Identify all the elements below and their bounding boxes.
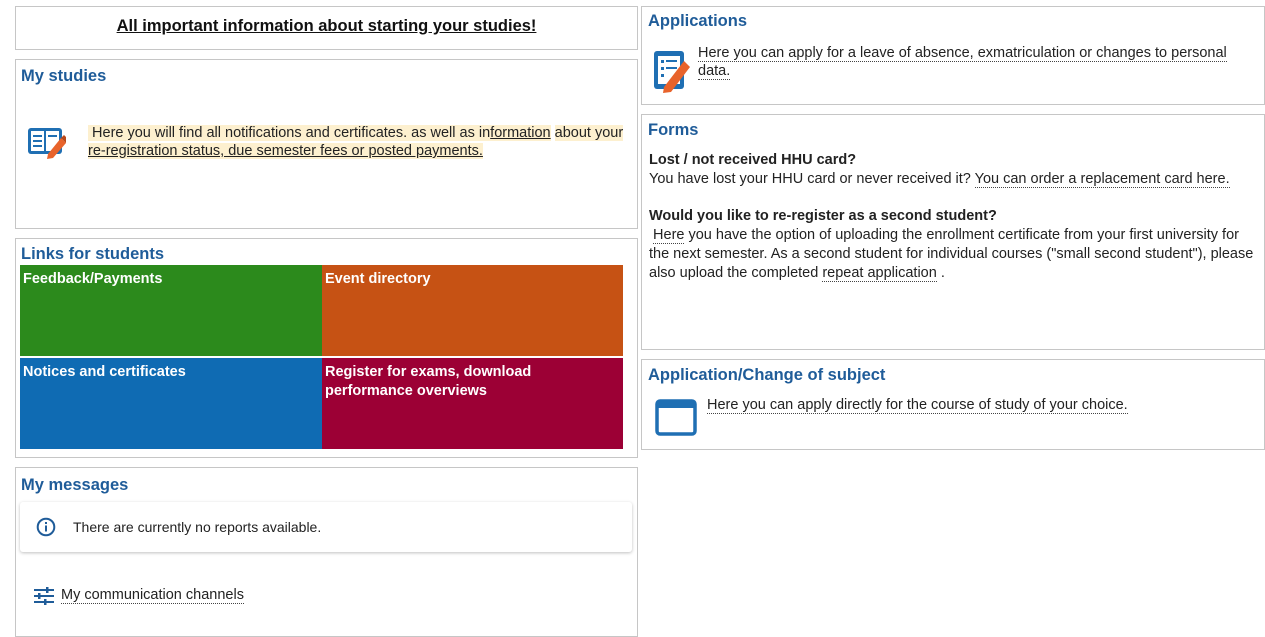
applications-link[interactable]: Here you can apply for a leave of absenc…	[698, 45, 1227, 80]
tile-notices-certificates[interactable]: Notices and certificates	[20, 358, 322, 449]
my-studies-text-mid: about your	[554, 125, 624, 141]
information-link[interactable]: formation	[490, 125, 550, 141]
hhu-card-heading: Lost / not received HHU card?	[649, 152, 857, 168]
my-messages-title: My messages	[21, 476, 129, 494]
second-student-desc: you have the option of uploading the enr…	[649, 227, 1254, 281]
replacement-card-link[interactable]: You can order a replacement card here.	[974, 171, 1230, 188]
my-studies-text: Here you will find all notifications and…	[88, 124, 633, 160]
studies-info-link[interactable]: All important information about starting…	[117, 17, 537, 35]
re-registration-link[interactable]: re-registration status, due semester fee…	[88, 143, 483, 159]
tile-feedback-payments[interactable]: Feedback/Payments	[20, 265, 322, 356]
second-student-text: Here you have the option of uploading th…	[649, 226, 1259, 283]
change-subject-panel: Application/Change of subject Here you c…	[641, 359, 1265, 450]
my-studies-text-prefix: Here you will find all notifications and…	[92, 125, 491, 141]
hhu-card-desc: You have lost your HHU card or never rec…	[649, 171, 975, 187]
book-pencil-icon	[28, 128, 66, 159]
applications-title: Applications	[648, 12, 748, 30]
tile-event-directory[interactable]: Event directory	[322, 265, 623, 356]
form-pencil-icon	[654, 51, 690, 93]
second-student-heading: Would you like to re-register as a secon…	[649, 208, 997, 224]
hhu-card-text: You have lost your HHU card or never rec…	[649, 170, 1259, 189]
communication-channels-link[interactable]: My communication channels	[61, 587, 244, 604]
no-reports-text: There are currently no reports available…	[73, 519, 322, 535]
second-student-end: .	[936, 265, 945, 281]
change-subject-link[interactable]: Here you can apply directly for the cour…	[707, 397, 1128, 414]
no-reports-notice: There are currently no reports available…	[20, 502, 632, 552]
my-studies-title: My studies	[21, 67, 107, 85]
info-icon	[36, 517, 56, 537]
my-messages-panel: My messages There are currently no repor…	[15, 467, 638, 637]
tile-register-exams[interactable]: Register for exams, download performance…	[322, 358, 623, 449]
links-title: Links for students	[21, 245, 165, 263]
forms-title: Forms	[648, 121, 699, 139]
applications-panel: Applications Here you can apply for a le…	[641, 6, 1265, 105]
my-studies-panel: My studies Here you will find all notifi…	[15, 59, 638, 229]
forms-content: Lost / not received HHU card? You have l…	[649, 151, 1259, 283]
change-subject-title: Application/Change of subject	[648, 366, 886, 384]
applications-text: Here you can apply for a leave of absenc…	[698, 44, 1253, 80]
links-panel: Links for students Feedback/Payments Eve…	[15, 238, 638, 458]
repeat-application-link[interactable]: repeat application	[822, 265, 937, 282]
forms-panel: Forms Lost / not received HHU card? You …	[641, 114, 1265, 350]
window-icon	[655, 399, 697, 436]
upload-here-link[interactable]: Here	[653, 227, 685, 244]
banner-panel: All important information about starting…	[15, 6, 638, 50]
sliders-icon	[34, 587, 54, 605]
